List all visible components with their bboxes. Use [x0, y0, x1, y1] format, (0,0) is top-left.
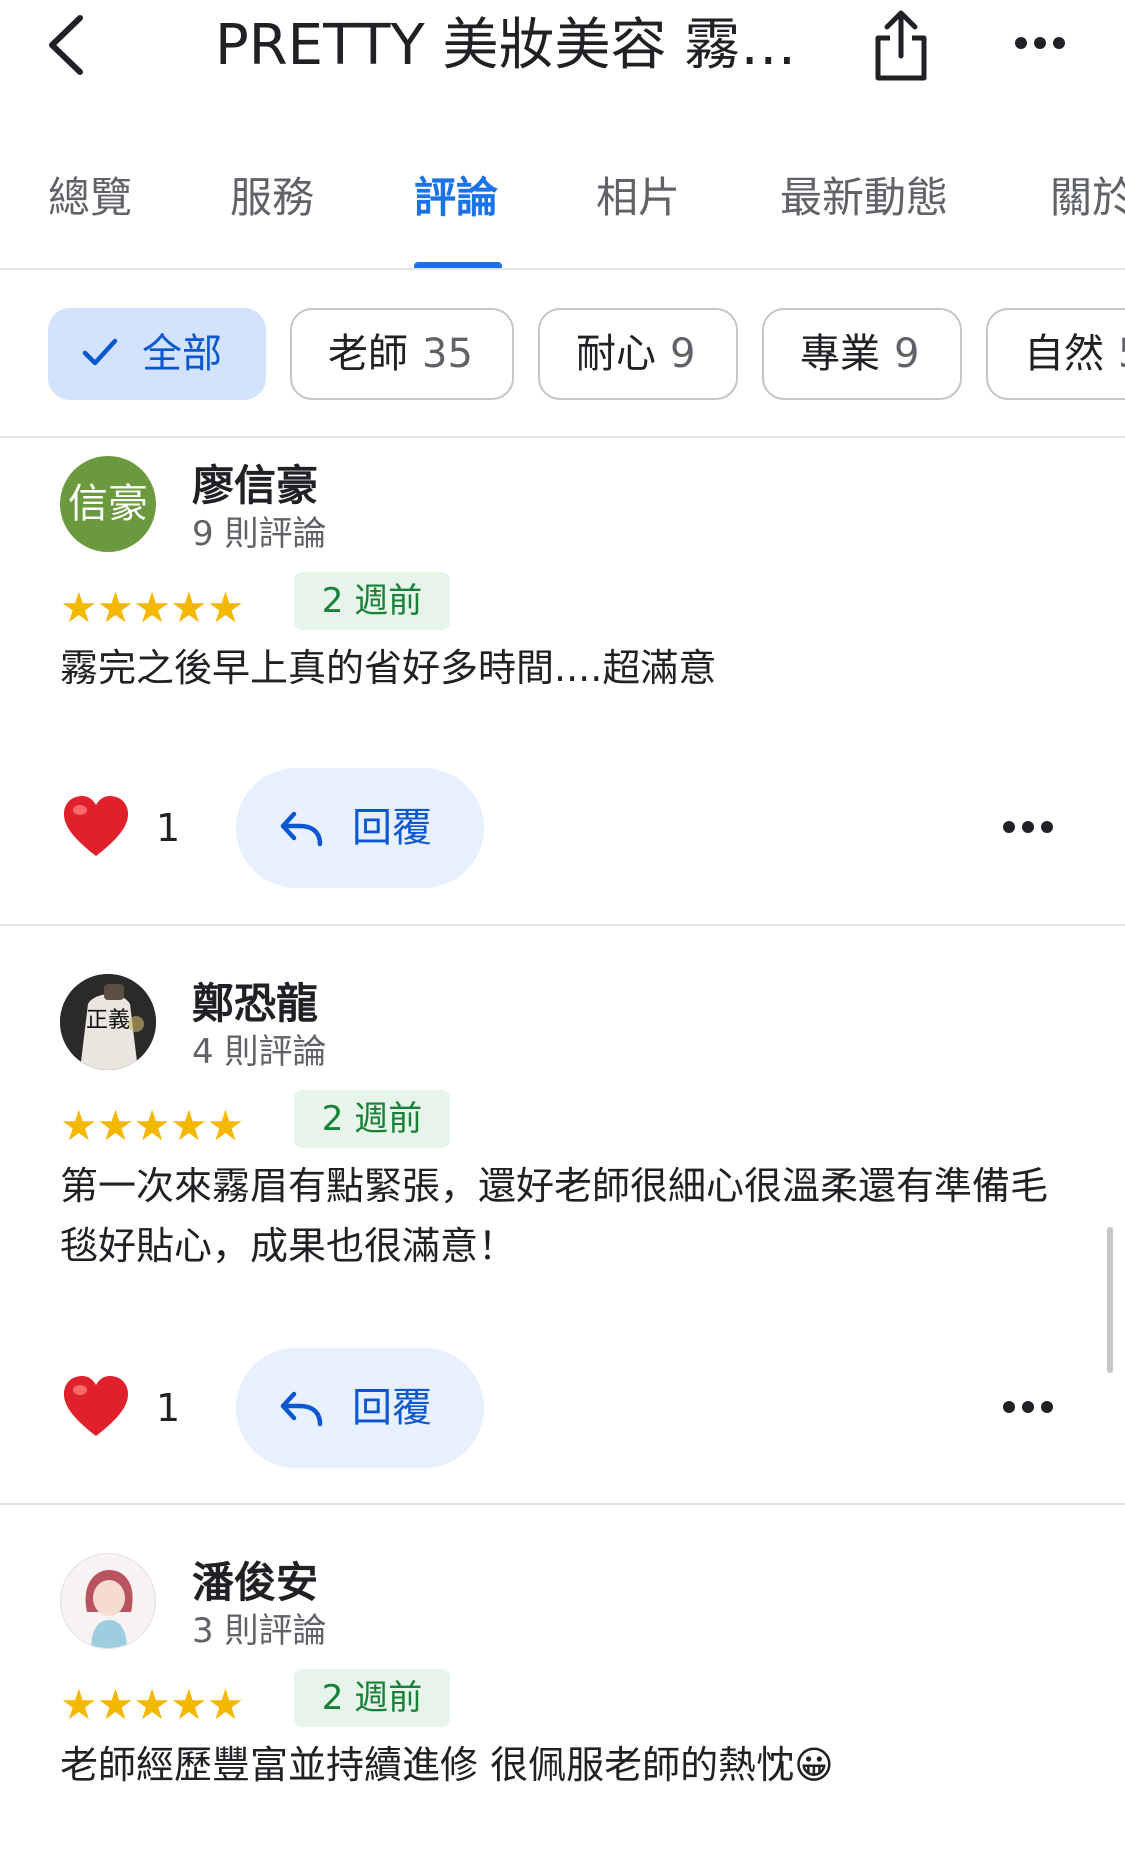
filter-chip-count: 35: [422, 331, 473, 377]
star-rating: ★★★★★: [60, 1680, 244, 1729]
reply-label: 回覆: [352, 1385, 432, 1431]
reviewer-name[interactable]: 潘俊安: [192, 1549, 318, 1610]
avatar-initials: 正義: [85, 1008, 130, 1033]
filter-chip-label: 耐心: [576, 331, 656, 377]
avatar[interactable]: 正義: [60, 974, 156, 1070]
avatar[interactable]: [60, 1553, 156, 1649]
more-options-button[interactable]: [1014, 28, 1066, 58]
filter-chip-teacher[interactable]: 老師 35: [290, 308, 514, 400]
filter-chip-label: 全部: [142, 331, 222, 377]
more-horizontal-icon[interactable]: [1002, 1396, 1054, 1418]
share-icon: [875, 10, 927, 81]
reply-arrow-icon: [280, 811, 323, 847]
divider: [0, 1503, 1125, 1505]
like-count: 1: [156, 806, 181, 850]
reviewer-review-count: 3 則評論: [192, 1611, 327, 1651]
reviewer-review-count: 4 則評論: [192, 1032, 327, 1072]
reply-button[interactable]: 回覆: [236, 1348, 484, 1468]
reply-arrow-icon: [280, 1391, 323, 1427]
avatar-initials: 信豪: [68, 481, 148, 527]
review-date-badge: 2 週前: [294, 1090, 450, 1148]
filter-chip-count: 9: [894, 331, 920, 377]
filter-chip-natural[interactable]: 自然 5: [986, 308, 1125, 400]
tab-photos[interactable]: 相片: [596, 150, 680, 270]
divider: [0, 924, 1125, 926]
like-count: 1: [156, 1386, 181, 1430]
review-text: 老師經歷豐富並持續進修 很佩服老師的熱忱😀: [60, 1743, 834, 1787]
reply-label: 回覆: [352, 805, 432, 851]
filter-chip-label: 自然: [1024, 331, 1104, 377]
more-horizontal-icon[interactable]: [1002, 816, 1054, 838]
filter-chip-all[interactable]: 全部: [48, 308, 266, 400]
divider: [0, 268, 1125, 270]
star-rating: ★★★★★: [60, 583, 244, 632]
review-date-badge: 2 週前: [294, 572, 450, 630]
filter-chip-patient[interactable]: 耐心 9: [538, 308, 738, 400]
review-actions: 1 回覆: [0, 1348, 1125, 1468]
tab-updates[interactable]: 最新動態: [780, 150, 948, 270]
avatar-photo: [61, 1554, 155, 1648]
filter-chip-label: 老師: [328, 331, 408, 377]
page-title: PRETTY 美妝美容 霧…: [215, 13, 797, 78]
reviewer-review-count: 9 則評論: [192, 514, 327, 554]
reviewer-name[interactable]: 廖信豪: [192, 452, 318, 513]
review-card: 潘俊安 3 則評論 ★★★★★ 2 週前 老師經歷豐富並持續進修 很佩服老師的熱…: [0, 1535, 1125, 1863]
review-card: 信豪 廖信豪 9 則評論 ★★★★★ 2 週前 霧完之後早上真的省好多時間...…: [0, 438, 1125, 1018]
more-horizontal-icon: [1015, 37, 1065, 49]
reply-button[interactable]: 回覆: [236, 768, 484, 888]
heart-icon[interactable]: [60, 792, 132, 864]
tab-reviews[interactable]: 評論: [414, 150, 498, 270]
filter-chip-count: 9: [670, 331, 696, 377]
tab-services[interactable]: 服務: [230, 150, 314, 270]
back-arrow-icon: [49, 15, 83, 75]
review-text: 第一次來霧眉有點緊張，還好老師很細心很溫柔還有準備毛毯好貼心，成果也很滿意！: [60, 1164, 1049, 1268]
filter-chip-label: 專業: [800, 331, 880, 377]
review-date-badge: 2 週前: [294, 1669, 450, 1727]
avatar[interactable]: 信豪: [60, 456, 156, 552]
filter-chip-count: 5: [1118, 331, 1125, 377]
check-icon: [82, 338, 118, 366]
reviewer-name[interactable]: 鄭恐龍: [192, 970, 318, 1031]
tab-overview[interactable]: 總覽: [48, 150, 132, 270]
back-button[interactable]: [40, 8, 100, 78]
filter-chip-professional[interactable]: 專業 9: [762, 308, 962, 400]
review-card: 正義 鄭恐龍 4 則評論 ★★★★★ 2 週前 第一次來霧眉有點緊張，還好老師很…: [0, 956, 1125, 1536]
review-text: 霧完之後早上真的省好多時間....超滿意: [60, 646, 717, 690]
star-rating: ★★★★★: [60, 1101, 244, 1150]
review-actions: 1 回覆: [0, 768, 1125, 888]
heart-icon[interactable]: [60, 1372, 132, 1444]
scrollbar-thumb[interactable]: [1107, 1227, 1113, 1373]
tab-bar: 總覽 服務 評論 相片 最新動態 關於: [0, 150, 1125, 270]
share-button[interactable]: [870, 8, 932, 84]
tab-about[interactable]: 關於: [1050, 150, 1125, 270]
